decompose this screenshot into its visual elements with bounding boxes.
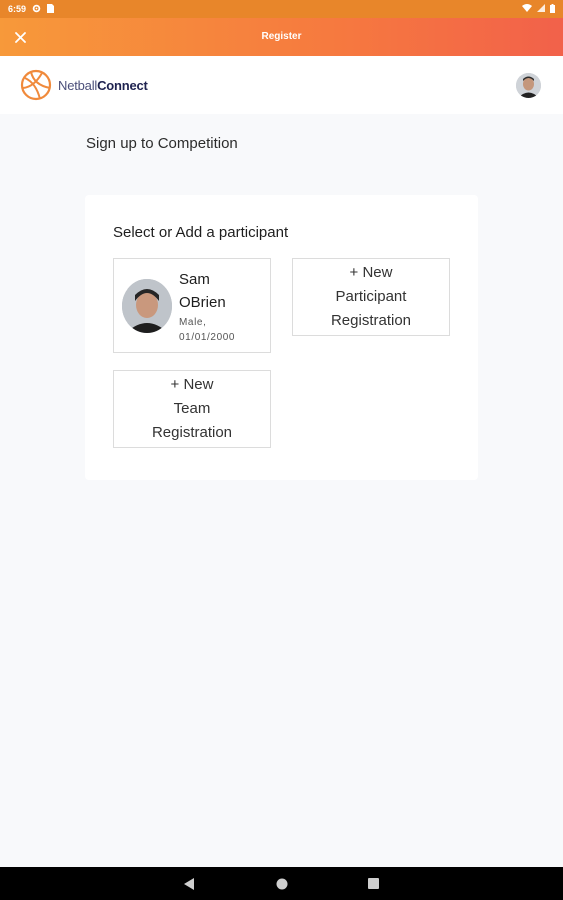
back-button[interactable] [183, 877, 197, 891]
home-icon [276, 878, 287, 889]
participant-card: Select or Add a participant Sam OBrien M… [85, 195, 478, 480]
back-icon [184, 877, 194, 890]
netball-connect-logo[interactable]: NetballConnect [20, 69, 148, 101]
home-button[interactable] [275, 877, 289, 891]
status-time: 6:59 [8, 4, 27, 14]
participant-gender: Male, [179, 317, 207, 328]
new-team-line3: Registration [151, 424, 233, 441]
netball-logo-icon [20, 69, 52, 101]
battery-icon [550, 3, 555, 15]
app-bar-title: Register [261, 31, 302, 42]
new-team-line1: + New [170, 376, 214, 393]
new-participant-registration-button[interactable]: + New Participant Registration [292, 258, 450, 336]
wifi-icon [522, 4, 532, 14]
recents-button[interactable] [367, 877, 381, 891]
participant-last-name: OBrien [179, 294, 226, 311]
participant-avatar [122, 279, 172, 333]
new-participant-line2: Participant [335, 288, 407, 305]
logo-text: NetballConnect [58, 78, 148, 93]
participant-dob: 01/01/2000 [179, 332, 236, 343]
new-participant-line3: Registration [330, 312, 412, 329]
logo-text-bold: Connect [97, 77, 148, 93]
page-title: Sign up to Competition [86, 135, 238, 152]
system-nav-bar [0, 867, 563, 900]
signal-icon [537, 4, 545, 14]
participant-tile-sam-obrien[interactable]: Sam OBrien Male, 01/01/2000 [113, 258, 271, 353]
participant-first-name: Sam [179, 271, 210, 288]
settings-icon [32, 4, 41, 15]
logo-text-light: Netball [58, 77, 98, 93]
participant-name: Sam OBrien [179, 268, 259, 314]
user-avatar[interactable] [516, 73, 541, 98]
card-title: Select or Add a participant [113, 224, 289, 241]
sim-card-icon [47, 3, 55, 15]
new-participant-line1: + New [349, 264, 393, 281]
new-team-registration-button[interactable]: + New Team Registration [113, 370, 271, 448]
recents-icon [368, 878, 379, 889]
app-bar: Register [0, 18, 563, 56]
participant-details: Male, 01/01/2000 [179, 315, 235, 345]
new-team-line2: Team [173, 400, 211, 417]
site-header: NetballConnect [0, 56, 563, 114]
status-bar: 6:59 [0, 0, 563, 18]
